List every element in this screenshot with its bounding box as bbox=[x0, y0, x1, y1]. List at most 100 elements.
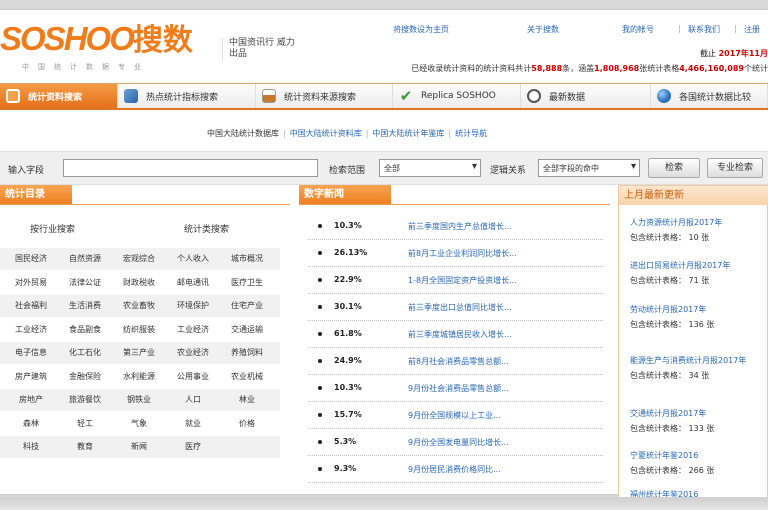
category-link[interactable]: 国民经济 bbox=[4, 248, 58, 270]
nav-country-compare[interactable]: 各国统计数据比较 bbox=[651, 84, 768, 108]
summary-count-2: 1,808,968 bbox=[594, 64, 640, 73]
nav-hot-index[interactable]: 热点统计指标搜索 bbox=[118, 84, 256, 108]
category-link[interactable]: 交通运输 bbox=[220, 319, 274, 341]
category-link[interactable]: 社会福利 bbox=[4, 295, 58, 317]
news-link[interactable]: 前8月社会消费品零售总额... bbox=[408, 356, 509, 367]
category-link[interactable]: 个人收入 bbox=[166, 248, 220, 270]
update-table-count: 包含统计表格： 34 张 bbox=[630, 371, 710, 380]
category-link[interactable]: 房地产 bbox=[4, 389, 58, 411]
category-link[interactable]: 医疗卫生 bbox=[220, 272, 274, 294]
nav-replica[interactable]: ✔ Replica SOSHOO bbox=[393, 84, 521, 108]
nav-label: 最新数据 bbox=[549, 92, 586, 103]
update-table-count: 包含统计表格： 266 张 bbox=[630, 466, 715, 475]
category-link[interactable]: 纺织服装 bbox=[112, 319, 166, 341]
bullet-icon bbox=[318, 278, 322, 282]
globe-icon bbox=[657, 89, 671, 103]
breadcrumb-item[interactable]: 中国大陆统计数据库 bbox=[207, 129, 279, 138]
category-link[interactable]: 金融保险 bbox=[58, 366, 112, 388]
category-link[interactable]: 工业经济 bbox=[4, 319, 58, 341]
news-row: 24.9% 前8月社会消费品零售总额... bbox=[308, 348, 603, 375]
news-link[interactable]: 1-8月全国固定资产投资增长... bbox=[408, 275, 517, 286]
range-select[interactable]: 全部 ▾ bbox=[379, 159, 481, 177]
about-link[interactable]: 关于搜数 bbox=[527, 24, 559, 35]
logic-select[interactable]: 全部字段的命中 ▾ bbox=[538, 159, 640, 177]
category-link[interactable]: 房产建筑 bbox=[4, 366, 58, 388]
category-link[interactable]: 钢铁业 bbox=[112, 389, 166, 411]
summary-count-3: 4,466,160,089 bbox=[679, 64, 744, 73]
soshoo-logo[interactable]: SOSHOO搜数 中国统计数据专业 bbox=[0, 22, 193, 72]
category-link[interactable]: 农业经济 bbox=[166, 342, 220, 364]
news-link[interactable]: 9月份社会消费品零售总额... bbox=[408, 383, 509, 394]
category-link[interactable]: 化工石化 bbox=[58, 342, 112, 364]
breadcrumb-item[interactable]: 中国大陆统计年鉴库 bbox=[372, 129, 444, 138]
news-link[interactable]: 前三季度国内生产总值增长... bbox=[408, 221, 512, 232]
news-link[interactable]: 前三季度城镇居民收入增长... bbox=[408, 329, 512, 340]
news-percentage: 22.9% bbox=[334, 275, 362, 284]
category-link[interactable]: 自然资源 bbox=[58, 248, 112, 270]
update-item: 进出口贸易统计月报2017年 包含统计表格： 71 张 bbox=[630, 260, 765, 286]
category-link[interactable]: 就业 bbox=[166, 413, 220, 435]
home-icon bbox=[6, 89, 20, 103]
category-link[interactable]: 城市概况 bbox=[220, 248, 274, 270]
announcement-date: 2017年11月 bbox=[718, 49, 768, 58]
my-account-link[interactable]: 我的帐号 bbox=[622, 24, 654, 35]
chevron-down-icon: ▾ bbox=[471, 161, 477, 172]
update-title-link[interactable]: 宁夏统计年鉴2016 bbox=[630, 450, 765, 461]
contact-link[interactable]: 联系我们 bbox=[688, 24, 720, 35]
update-title-link[interactable]: 能源生产与消费统计月报2017年 bbox=[630, 355, 765, 366]
news-percentage: 30.1% bbox=[334, 302, 362, 311]
category-link[interactable]: 住宅产业 bbox=[220, 295, 274, 317]
category-link[interactable]: 人口 bbox=[166, 389, 220, 411]
breadcrumb-item[interactable]: 统计导航 bbox=[455, 129, 487, 138]
category-link[interactable]: 林业 bbox=[220, 389, 274, 411]
top-link-separator: | bbox=[734, 24, 737, 33]
breadcrumb-item[interactable]: 中国大陆统计资料库 bbox=[290, 129, 362, 138]
keyword-label: 输入字段 bbox=[8, 166, 45, 176]
category-link[interactable]: 生活消费 bbox=[58, 295, 112, 317]
category-link[interactable]: 第三产业 bbox=[112, 342, 166, 364]
register-link[interactable]: 注册 bbox=[744, 24, 760, 35]
search-button[interactable]: 检索 bbox=[648, 158, 700, 178]
category-link[interactable]: 公用事业 bbox=[166, 366, 220, 388]
news-link[interactable]: 前三季度出口总值同比增长... bbox=[408, 302, 512, 313]
update-title-link[interactable]: 劳动统计月报2017年 bbox=[630, 304, 765, 315]
logic-label: 逻辑关系 bbox=[490, 166, 527, 176]
update-title-link[interactable]: 进出口贸易统计月报2017年 bbox=[630, 260, 765, 271]
update-title-link[interactable]: 人力资源统计月报2017年 bbox=[630, 217, 765, 228]
category-link[interactable]: 工业经济 bbox=[166, 319, 220, 341]
update-item: 劳动统计月报2017年 包含统计表格： 136 张 bbox=[630, 304, 765, 330]
category-link[interactable]: 食品副食 bbox=[58, 319, 112, 341]
category-link[interactable]: 轻工 bbox=[58, 413, 112, 435]
category-link[interactable]: 气象 bbox=[112, 413, 166, 435]
category-link[interactable]: 电子信息 bbox=[4, 342, 58, 364]
category-link[interactable]: 养殖饲料 bbox=[220, 342, 274, 364]
set-homepage-link[interactable]: 将搜数设为主页 bbox=[393, 24, 449, 35]
category-link[interactable]: 邮电通讯 bbox=[166, 272, 220, 294]
news-link[interactable]: 9月份居民消费价格同比... bbox=[408, 464, 501, 475]
news-link[interactable]: 前8月工业企业利润同比增长... bbox=[408, 248, 517, 259]
category-link[interactable]: 医疗 bbox=[166, 436, 220, 458]
category-link[interactable]: 旅游餐饮 bbox=[58, 389, 112, 411]
nav-source-search[interactable]: 统计资料来源搜索 bbox=[256, 84, 393, 108]
category-link[interactable]: 价格 bbox=[220, 413, 274, 435]
advanced-search-button[interactable]: 专业检索 bbox=[707, 158, 763, 178]
keyword-input[interactable] bbox=[63, 159, 318, 177]
category-link[interactable]: 水利能源 bbox=[112, 366, 166, 388]
category-link[interactable]: 农业畜牧 bbox=[112, 295, 166, 317]
category-link[interactable]: 农业机械 bbox=[220, 366, 274, 388]
news-link[interactable]: 9月份全国发电量同比增长... bbox=[408, 437, 509, 448]
category-link[interactable]: 环境保护 bbox=[166, 295, 220, 317]
category-link[interactable]: 法律公证 bbox=[58, 272, 112, 294]
category-link[interactable]: 教育 bbox=[58, 436, 112, 458]
nav-latest-data[interactable]: 最新数据 bbox=[521, 84, 651, 108]
update-title-link[interactable]: 交通统计月报2017年 bbox=[630, 408, 765, 419]
news-link[interactable]: 9月份全国规模以上工业... bbox=[408, 410, 501, 421]
category-link[interactable]: 财政税收 bbox=[112, 272, 166, 294]
category-link[interactable]: 森林 bbox=[4, 413, 58, 435]
category-link[interactable]: 科技 bbox=[4, 436, 58, 458]
update-table-count: 包含统计表格： 71 张 bbox=[630, 276, 710, 285]
category-link[interactable]: 新闻 bbox=[112, 436, 166, 458]
nav-stat-search[interactable]: 统计资料搜索 bbox=[0, 84, 118, 108]
category-link[interactable]: 宏观综合 bbox=[112, 248, 166, 270]
category-link[interactable]: 对外贸易 bbox=[4, 272, 58, 294]
